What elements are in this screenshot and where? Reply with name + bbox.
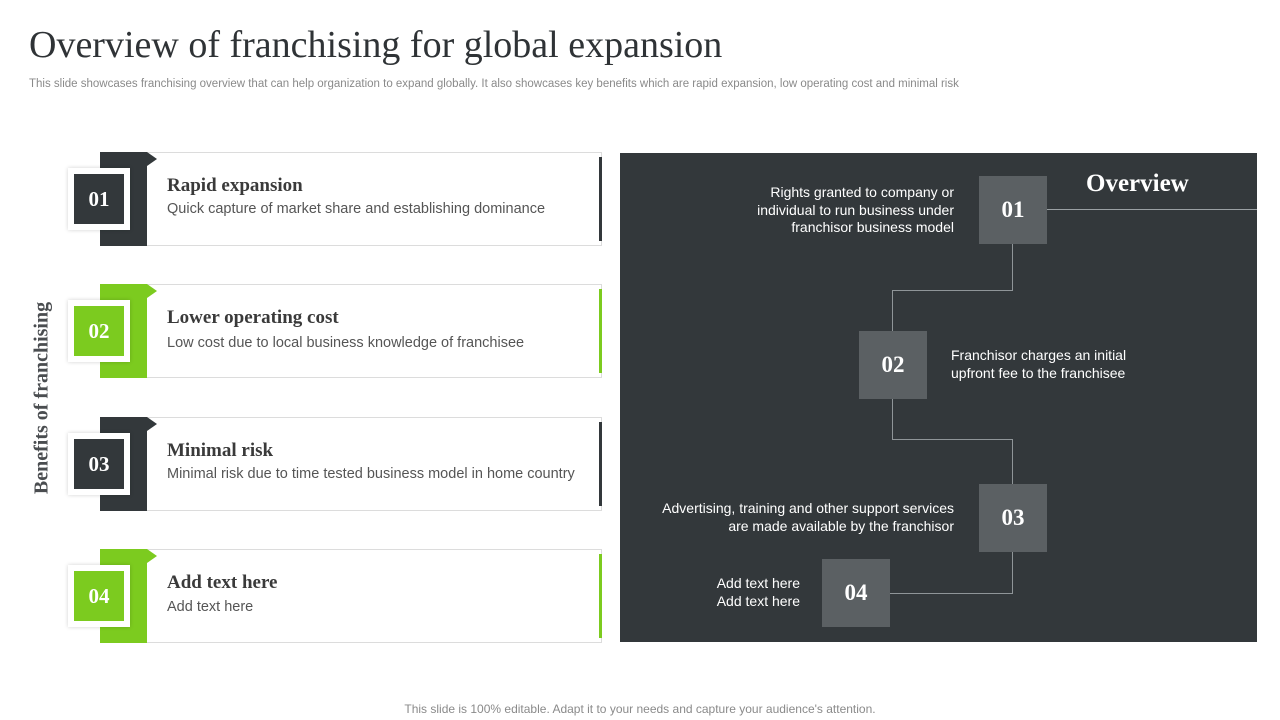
- overview-title: Overview: [1086, 170, 1189, 197]
- benefit-card-background: [100, 417, 602, 511]
- benefit-title: Lower operating cost: [167, 307, 339, 328]
- benefit-description: Quick capture of market share and establ…: [167, 201, 546, 217]
- overview-step-box-4: 04: [822, 559, 890, 627]
- overview-step-text-3: Advertising, training and other support …: [662, 500, 954, 534]
- overview-step-text-4: Add text here Add text here: [716, 575, 800, 609]
- benefit-end-bar: [599, 422, 602, 506]
- benefit-end-bar: [599, 554, 602, 638]
- benefit-description: Add text here: [167, 599, 254, 615]
- benefit-description: Low cost due to local business knowledge…: [167, 335, 525, 351]
- benefit-number: 04: [74, 571, 124, 621]
- benefit-description: Minimal risk due to time tested business…: [167, 466, 575, 482]
- connector-line: [892, 290, 1013, 291]
- benefit-notch: [147, 417, 157, 431]
- connector-line: [1012, 244, 1013, 291]
- overview-step-text-1: Rights granted to company or individual …: [757, 184, 954, 235]
- connector-line: [892, 398, 893, 440]
- benefit-card-2: 02 Lower operating cost Low cost due to …: [68, 284, 602, 378]
- connector-line: [889, 593, 1013, 594]
- benefit-end-bar: [599, 289, 602, 373]
- overview-step-box-3: 03: [979, 484, 1047, 552]
- benefit-title: Rapid expansion: [167, 175, 303, 196]
- benefit-number: 02: [74, 306, 124, 356]
- benefit-card-background: [100, 284, 602, 378]
- benefits-side-label: Benefits of franchising: [30, 301, 53, 495]
- benefit-number-box: 02: [68, 300, 130, 362]
- benefit-title: Minimal risk: [167, 440, 274, 461]
- overview-title-line: [1047, 209, 1257, 210]
- benefit-notch: [147, 549, 157, 563]
- connector-line: [1012, 439, 1013, 484]
- benefit-card-background: [100, 152, 602, 246]
- overview-step-text-2: Franchisor charges an initial upfront fe…: [951, 347, 1127, 381]
- connector-line: [892, 439, 1013, 440]
- benefit-card-background: [100, 549, 602, 643]
- overview-step-box-2: 02: [859, 331, 927, 399]
- connector-line: [892, 290, 893, 331]
- slide-subtitle: This slide showcases franchising overvie…: [29, 78, 959, 90]
- benefit-title: Add text here: [167, 572, 278, 593]
- benefit-number-box: 04: [68, 565, 130, 627]
- benefit-number-box: 01: [68, 168, 130, 230]
- benefit-number: 03: [74, 439, 124, 489]
- connector-line: [1012, 551, 1013, 593]
- overview-step-box-1: 01: [979, 176, 1047, 244]
- benefit-notch: [147, 152, 157, 166]
- slide-footer: This slide is 100% editable. Adapt it to…: [404, 702, 876, 716]
- benefit-card-4: 04 Add text here Add text here: [68, 549, 602, 643]
- benefit-number-box: 03: [68, 433, 130, 495]
- benefit-card-3: 03 Minimal risk Minimal risk due to time…: [68, 417, 602, 511]
- slide-title: Overview of franchising for global expan…: [29, 24, 723, 66]
- benefit-notch: [147, 284, 157, 298]
- overview-panel: Overview 01 02 03 04 Rights granted to c…: [620, 153, 1257, 642]
- benefit-end-bar: [599, 157, 602, 241]
- benefit-number: 01: [74, 174, 124, 224]
- benefit-card-1: 01 Rapid expansion Quick capture of mark…: [68, 152, 602, 246]
